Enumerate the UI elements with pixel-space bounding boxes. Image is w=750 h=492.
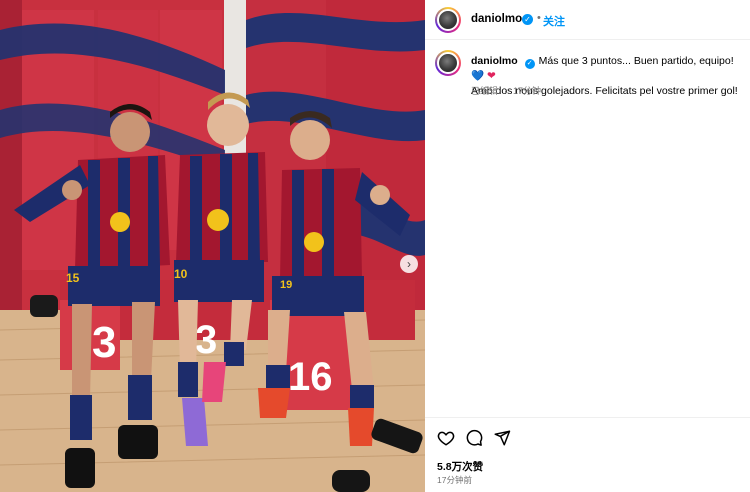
blue-heart-emoji: 💙: [471, 70, 485, 82]
shirt-number: 10: [174, 267, 188, 281]
caption-username-link[interactable]: daniolmo: [471, 55, 518, 67]
caption-line-1: Más que 3 puntos... Buen partido, equipo…: [538, 55, 734, 67]
heart-icon[interactable]: [437, 429, 455, 447]
post-header: daniolmo ✓ • 关注: [425, 0, 750, 40]
post-time[interactable]: 17分钟前: [437, 474, 472, 486]
red-heart-emoji: ❤: [487, 70, 496, 82]
comment-icon[interactable]: [465, 429, 483, 447]
locker-room-photo: 3 3 16 15 10 19: [0, 0, 425, 492]
chevron-right-icon: ›: [407, 257, 411, 271]
post-side-panel: daniolmo ✓ • 关注 daniolmo ✓ Más que 3 punto…: [425, 0, 750, 492]
actions-bar: 5.8万次赞 17分钟前: [425, 417, 750, 492]
follow-button[interactable]: 关注: [543, 13, 565, 29]
likes-count[interactable]: 5.8万次赞: [437, 459, 483, 474]
verified-icon: ✓: [524, 59, 535, 69]
username-link[interactable]: daniolmo: [471, 13, 522, 25]
seat-number: 3: [195, 318, 217, 362]
edited-label: 已编辑: [471, 86, 499, 96]
seat-number: 16: [288, 355, 333, 399]
shirt-number: 15: [66, 271, 80, 285]
caption-time[interactable]: 17分钟: [513, 86, 541, 96]
seat-number: 3: [92, 318, 116, 367]
carousel-next-button[interactable]: ›: [400, 255, 418, 273]
avatar[interactable]: [435, 50, 461, 76]
shirt-number: 19: [280, 279, 292, 291]
share-icon[interactable]: [493, 429, 511, 447]
post-photo[interactable]: 3 3 16 15 10 19 ›: [0, 0, 425, 492]
caption-meta: 已编辑 · 17分钟: [471, 84, 547, 97]
verified-icon: ✓: [522, 14, 533, 25]
avatar[interactable]: [435, 7, 461, 33]
separator-dot: •: [537, 12, 541, 24]
separator-dot: ·: [504, 86, 508, 96]
